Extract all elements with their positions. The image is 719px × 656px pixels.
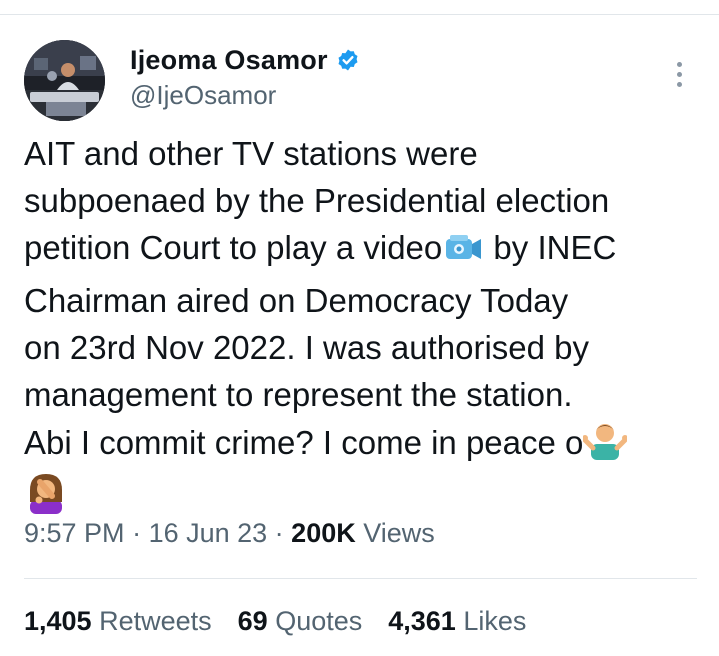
tweet-line: subpoenaed by the Presidential election bbox=[24, 182, 610, 219]
top-divider bbox=[0, 14, 719, 15]
author-display-name[interactable]: Ijeoma Osamor bbox=[130, 45, 328, 76]
retweets-label: Retweets bbox=[91, 606, 212, 636]
tweet-line-part: petition Court to play a video bbox=[24, 229, 443, 266]
more-options-icon[interactable] bbox=[664, 56, 694, 92]
stats-divider bbox=[24, 578, 697, 579]
tweet-line: management to represent the station. bbox=[24, 376, 573, 413]
tweet-line: AIT and other TV stations were bbox=[24, 135, 478, 172]
tweet-line-part: by INEC bbox=[484, 229, 617, 266]
quotes-count: 69 bbox=[237, 606, 268, 636]
verified-badge-icon[interactable] bbox=[336, 48, 360, 72]
likes-count: 4,361 bbox=[388, 606, 456, 636]
video-camera-emoji-icon bbox=[442, 230, 484, 277]
tweet-time[interactable]: 9:57 PM bbox=[24, 518, 125, 548]
avatar-image bbox=[24, 40, 105, 121]
tweet-line: Chairman aired on Democracy Today bbox=[24, 282, 569, 319]
retweets-count: 1,405 bbox=[24, 606, 92, 636]
views-count[interactable]: 200K bbox=[291, 518, 356, 548]
tweet-line: on 23rd Nov 2022. I was authorised by bbox=[24, 329, 590, 366]
tweet-date[interactable]: 16 Jun 23 bbox=[149, 518, 268, 548]
tweet-meta: 9:57 PM · 16 Jun 23 · 200K Views bbox=[24, 518, 435, 549]
tweet-stats: 1,405 Retweets 69 Quotes 4,361 Likes bbox=[24, 606, 526, 637]
avatar[interactable] bbox=[24, 40, 105, 121]
quotes-stat[interactable]: 69 Quotes bbox=[238, 606, 363, 637]
author-name-row: Ijeoma Osamor bbox=[130, 42, 360, 78]
retweets-stat[interactable]: 1,405 Retweets bbox=[24, 606, 212, 637]
likes-label: Likes bbox=[455, 606, 527, 636]
tweet-line-part: Abi I commit crime? I come in peace o bbox=[24, 424, 584, 461]
quotes-label: Quotes bbox=[267, 606, 363, 636]
meta-separator: · bbox=[267, 518, 292, 548]
meta-separator: · bbox=[124, 518, 149, 548]
author-handle[interactable]: @IjeOsamor bbox=[130, 80, 276, 111]
likes-stat[interactable]: 4,361 Likes bbox=[388, 606, 526, 637]
tweet-line: petition Court to play a video by INEC bbox=[24, 224, 710, 277]
views-label: Views bbox=[355, 518, 435, 548]
shrug-emoji-icon bbox=[582, 418, 629, 472]
tweet-line: Abi I commit crime? I come in peace o bbox=[24, 418, 710, 472]
tweet-text: AIT and other TV stations were subpoenae… bbox=[24, 130, 710, 526]
